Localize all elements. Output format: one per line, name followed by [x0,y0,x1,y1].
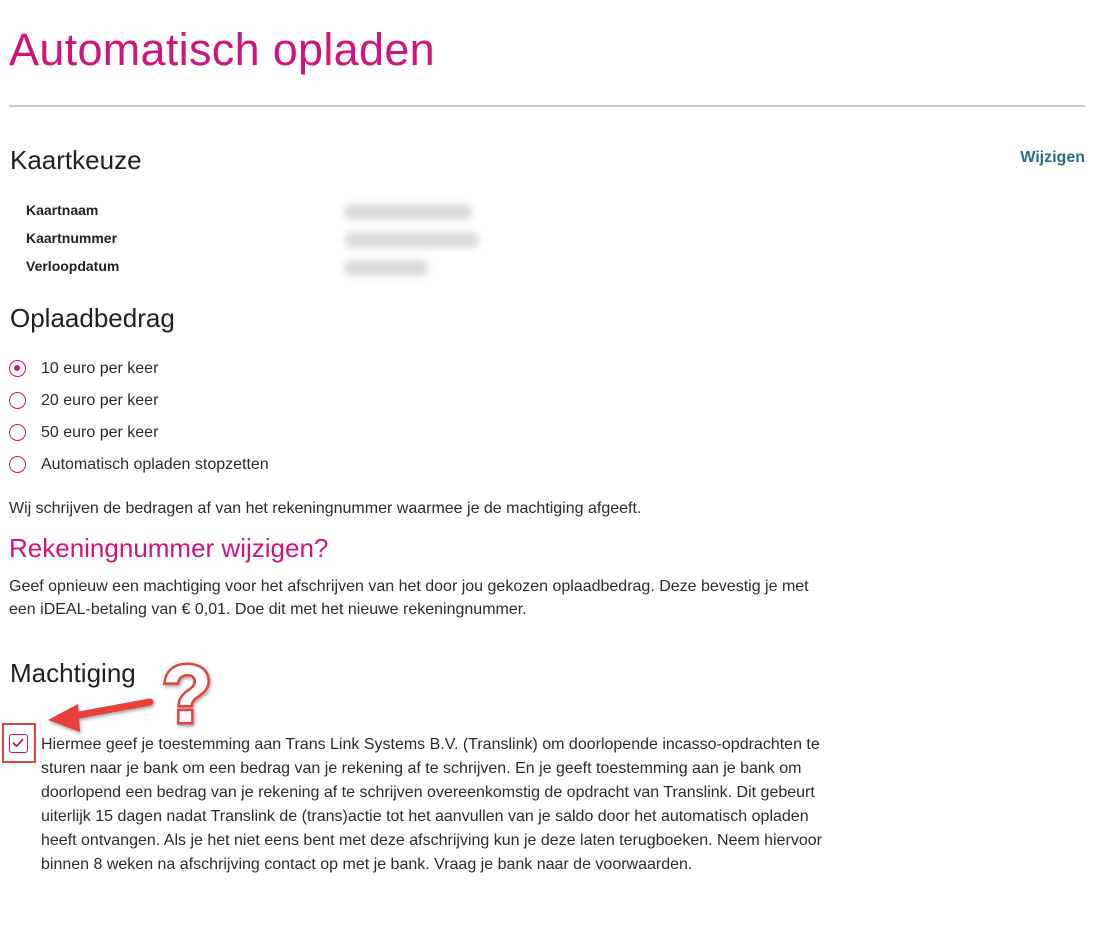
radio-button[interactable] [9,424,26,441]
card-name-value-redacted [344,204,472,220]
card-row-number: Kaartnummer [26,228,506,256]
card-number-value-redacted [344,232,480,248]
amount-option-label[interactable]: 10 euro per keer [41,360,158,378]
amount-option-label[interactable]: Automatisch opladen stopzetten [41,456,269,474]
card-row-expiry: Verloopdatum [26,256,506,284]
account-section-heading: Rekeningnummer wijzigen? [9,533,329,563]
edit-card-link[interactable]: Wijzigen [1020,149,1085,167]
amount-option-label[interactable]: 50 euro per keer [41,424,158,442]
radio-button[interactable] [9,392,26,409]
card-row-name: Kaartnaam [26,200,506,228]
card-details: Kaartnaam Kaartnummer Verloopdatum [26,200,506,284]
amount-section-heading: Oplaadbedrag [10,303,175,333]
radio-button-checked[interactable] [9,360,26,377]
card-section-heading: Kaartkeuze [10,145,142,175]
mandate-checkbox[interactable] [9,734,28,753]
question-mark-icon: ? [162,649,212,740]
amount-note: Wij schrijven de bedragen af van het rek… [9,500,642,517]
checkmark-icon [12,738,24,748]
account-section-text: Geef opnieuw een machtiging voor het afs… [9,578,809,618]
page-title: Automatisch opladen [9,24,435,75]
mandate-text: Hiermee geef je toestemming aan Trans Li… [41,736,822,873]
card-name-label: Kaartnaam [26,202,99,218]
mandate-section-heading: Machtiging [10,658,136,688]
amount-option-label[interactable]: 20 euro per keer [41,392,158,410]
card-expiry-value-redacted [344,260,428,276]
red-arrow-icon [48,698,154,732]
card-expiry-label: Verloopdatum [26,258,120,274]
radio-button[interactable] [9,456,26,473]
title-divider [9,105,1085,107]
card-number-label: Kaartnummer [26,230,118,246]
